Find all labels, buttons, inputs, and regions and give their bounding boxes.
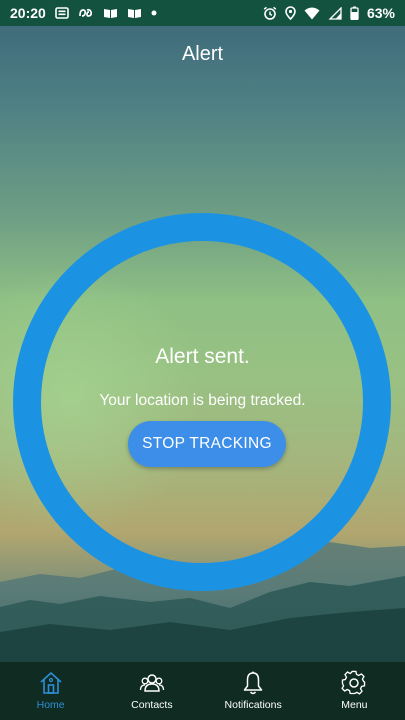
- nav-item-home[interactable]: Home: [0, 662, 101, 720]
- nav-label-notifications: Notifications: [224, 699, 282, 711]
- wifi-icon: [304, 7, 320, 20]
- location-icon: [285, 6, 296, 20]
- nav-item-contacts[interactable]: Contacts: [101, 662, 202, 720]
- signal-icon: [328, 6, 342, 20]
- bottom-nav: Home Contacts Notifications Menu: [0, 662, 405, 720]
- status-bar: 20:20 63%: [0, 0, 405, 26]
- nav-label-contacts: Contacts: [131, 699, 173, 711]
- alarm-icon: [263, 6, 277, 20]
- book-icon: [127, 7, 142, 19]
- bell-icon: [243, 671, 263, 695]
- battery-percent: 63%: [366, 5, 395, 21]
- book-icon: [103, 7, 118, 19]
- nav-label-home: Home: [36, 699, 65, 711]
- battery-icon: [350, 6, 359, 20]
- nav-item-menu[interactable]: Menu: [304, 662, 405, 720]
- nav-item-notifications[interactable]: Notifications: [203, 662, 304, 720]
- status-time: 20:20: [10, 5, 46, 21]
- gear-icon: [341, 670, 366, 695]
- stop-tracking-button[interactable]: STOP TRACKING: [128, 421, 286, 467]
- app-header: Alert: [0, 26, 405, 82]
- page-title: Alert: [181, 42, 224, 65]
- sim-icon: [78, 7, 94, 19]
- alert-subtitle: Your location is being tracked.: [99, 392, 306, 409]
- contacts-icon: [139, 674, 165, 692]
- nav-label-menu: Menu: [341, 699, 368, 711]
- news-icon: [55, 7, 69, 19]
- alert-title: Alert sent.: [155, 345, 250, 368]
- dot-icon: [151, 10, 157, 16]
- home-icon: [40, 672, 62, 694]
- alert-screen: 20:20 63% Alert Alert sent. Your locatio…: [0, 0, 405, 720]
